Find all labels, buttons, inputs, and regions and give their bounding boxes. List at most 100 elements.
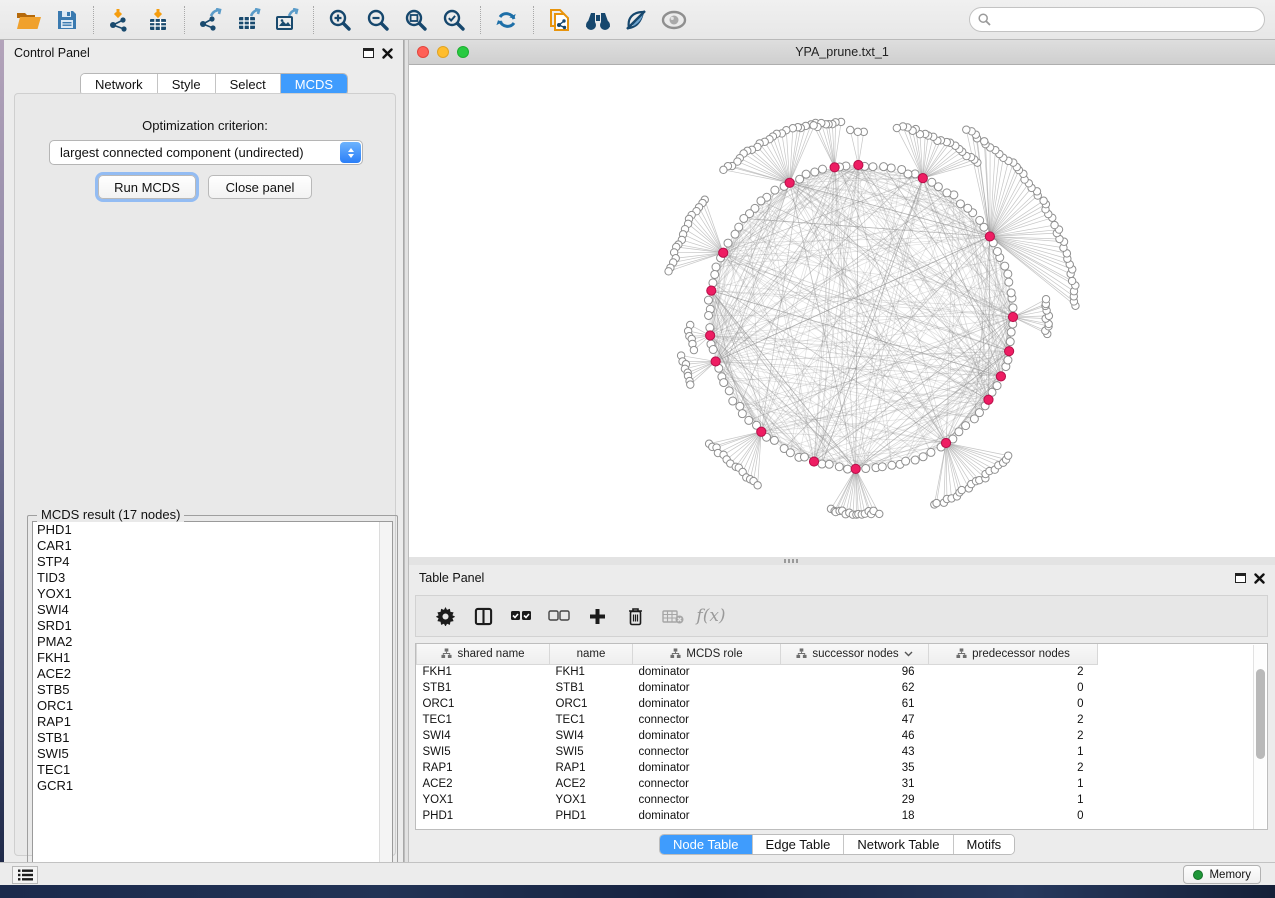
table-scrollbar[interactable] (1253, 645, 1266, 829)
import-table-button[interactable] (139, 4, 177, 36)
graph-hub-node[interactable] (984, 395, 993, 404)
search-field[interactable] (969, 7, 1265, 32)
network-graph[interactable] (409, 65, 1275, 557)
graph-hub-node[interactable] (1005, 347, 1014, 356)
graph-node[interactable] (731, 230, 739, 238)
graph-node[interactable] (1005, 278, 1013, 286)
mcds-result-item[interactable]: SWI5 (33, 746, 392, 762)
graph-node[interactable] (711, 270, 719, 278)
table-row[interactable]: TEC1TEC1connector472 (417, 712, 1098, 728)
graph-node[interactable] (757, 197, 765, 205)
graph-node[interactable] (1009, 304, 1017, 312)
delete-columns-button[interactable] (616, 599, 654, 633)
graph-hub-node[interactable] (757, 427, 766, 436)
add-column-button[interactable] (578, 599, 616, 633)
zoom-in-button[interactable] (321, 4, 359, 36)
table-scrollbar-thumb[interactable] (1256, 669, 1265, 759)
graph-node[interactable] (800, 453, 808, 461)
search-input[interactable] (997, 13, 1256, 27)
mcds-result-item[interactable]: STB1 (33, 730, 392, 746)
network-canvas[interactable] (409, 65, 1275, 557)
graph-edge[interactable] (946, 443, 998, 465)
mcds-result-item[interactable]: ACE2 (33, 666, 392, 682)
graph-node[interactable] (818, 165, 826, 173)
graph-node[interactable] (919, 453, 927, 461)
column-header-shared-name[interactable]: shared name (417, 644, 550, 664)
graph-edge[interactable] (746, 432, 761, 478)
tab-select[interactable]: Select (216, 74, 281, 95)
toggle-graphics-details-button[interactable] (617, 4, 655, 36)
graph-node[interactable] (1007, 289, 1015, 297)
graph-node[interactable] (927, 448, 935, 456)
select-all-rows-button[interactable] (502, 599, 540, 633)
table-row[interactable]: FKH1FKH1dominator962 (417, 664, 1098, 680)
graph-node[interactable] (1051, 221, 1058, 228)
graph-node[interactable] (893, 124, 900, 131)
export-image-button[interactable] (268, 4, 306, 36)
network-titlebar[interactable]: YPA_prune.txt_1 (409, 40, 1275, 65)
mcds-result-item[interactable]: RAP1 (33, 714, 392, 730)
graph-edge[interactable] (754, 432, 762, 481)
graph-node[interactable] (712, 263, 720, 271)
graph-node[interactable] (847, 126, 854, 133)
table-row[interactable]: ORC1ORC1dominator610 (417, 696, 1098, 712)
search-network-button[interactable] (579, 4, 617, 36)
graph-node[interactable] (958, 486, 965, 493)
graph-node[interactable] (975, 409, 983, 417)
import-network-button[interactable] (101, 4, 139, 36)
graph-node[interactable] (902, 457, 910, 465)
graph-hub-node[interactable] (707, 286, 716, 295)
column-header-mcds-role[interactable]: MCDS role (633, 644, 781, 664)
refresh-view-button[interactable] (488, 4, 526, 36)
graph-node[interactable] (690, 346, 697, 353)
graph-node[interactable] (888, 461, 896, 469)
close-panel-icon[interactable] (1254, 573, 1265, 584)
graph-node[interactable] (981, 138, 988, 145)
graph-hub-node[interactable] (918, 174, 927, 183)
graph-node[interactable] (786, 449, 794, 457)
mcds-result-item[interactable]: TEC1 (33, 762, 392, 778)
graph-hub-node[interactable] (830, 163, 839, 172)
mcds-result-item[interactable]: YOX1 (33, 586, 392, 602)
graph-node[interactable] (933, 499, 940, 506)
float-window-icon[interactable] (1235, 573, 1246, 583)
mcds-result-item[interactable]: SWI4 (33, 602, 392, 618)
unselect-all-rows-button[interactable] (540, 599, 578, 633)
graph-edge[interactable] (990, 196, 1038, 237)
tab-edge-table[interactable]: Edge Table (753, 835, 845, 854)
save-session-button[interactable] (48, 4, 86, 36)
graph-hub-node[interactable] (719, 248, 728, 257)
show-columns-button[interactable] (464, 599, 502, 633)
graph-node[interactable] (1004, 270, 1012, 278)
memory-button[interactable]: Memory (1183, 865, 1261, 884)
table-row[interactable]: STB1STB1dominator620 (417, 680, 1098, 696)
graph-node[interactable] (771, 186, 779, 194)
graph-node[interactable] (724, 239, 732, 247)
graph-edge[interactable] (923, 156, 967, 178)
graph-node[interactable] (720, 379, 728, 387)
float-window-icon[interactable] (363, 48, 374, 58)
graph-edge[interactable] (699, 207, 723, 252)
graph-node[interactable] (962, 422, 970, 430)
column-header-predecessor-nodes[interactable]: predecessor nodes (929, 644, 1098, 664)
mcds-result-item[interactable]: GCR1 (33, 778, 392, 794)
graph-node[interactable] (720, 166, 727, 173)
mcds-result-list[interactable]: PHD1CAR1STP4TID3YOX1SWI4SRD1PMA2FKH1ACE2… (32, 521, 393, 878)
table-row[interactable]: RAP1RAP1dominator352 (417, 760, 1098, 776)
graph-node[interactable] (862, 465, 870, 473)
mcds-result-item[interactable]: CAR1 (33, 538, 392, 554)
horizontal-splitter[interactable] (409, 557, 1275, 565)
graph-hub-node[interactable] (711, 357, 720, 366)
table-row[interactable]: ACE2ACE2connector311 (417, 776, 1098, 792)
graph-edge[interactable] (990, 161, 1009, 237)
graph-node[interactable] (740, 214, 748, 222)
graph-node[interactable] (878, 463, 886, 471)
zoom-selected-button[interactable] (435, 4, 473, 36)
graph-node[interactable] (898, 165, 906, 173)
graph-node[interactable] (993, 247, 1001, 255)
table-settings-button[interactable] (426, 599, 464, 633)
graph-node[interactable] (1006, 338, 1014, 346)
graph-node[interactable] (1004, 356, 1012, 364)
result-list-scrollbar[interactable] (379, 522, 392, 877)
graph-edge[interactable] (923, 143, 950, 178)
